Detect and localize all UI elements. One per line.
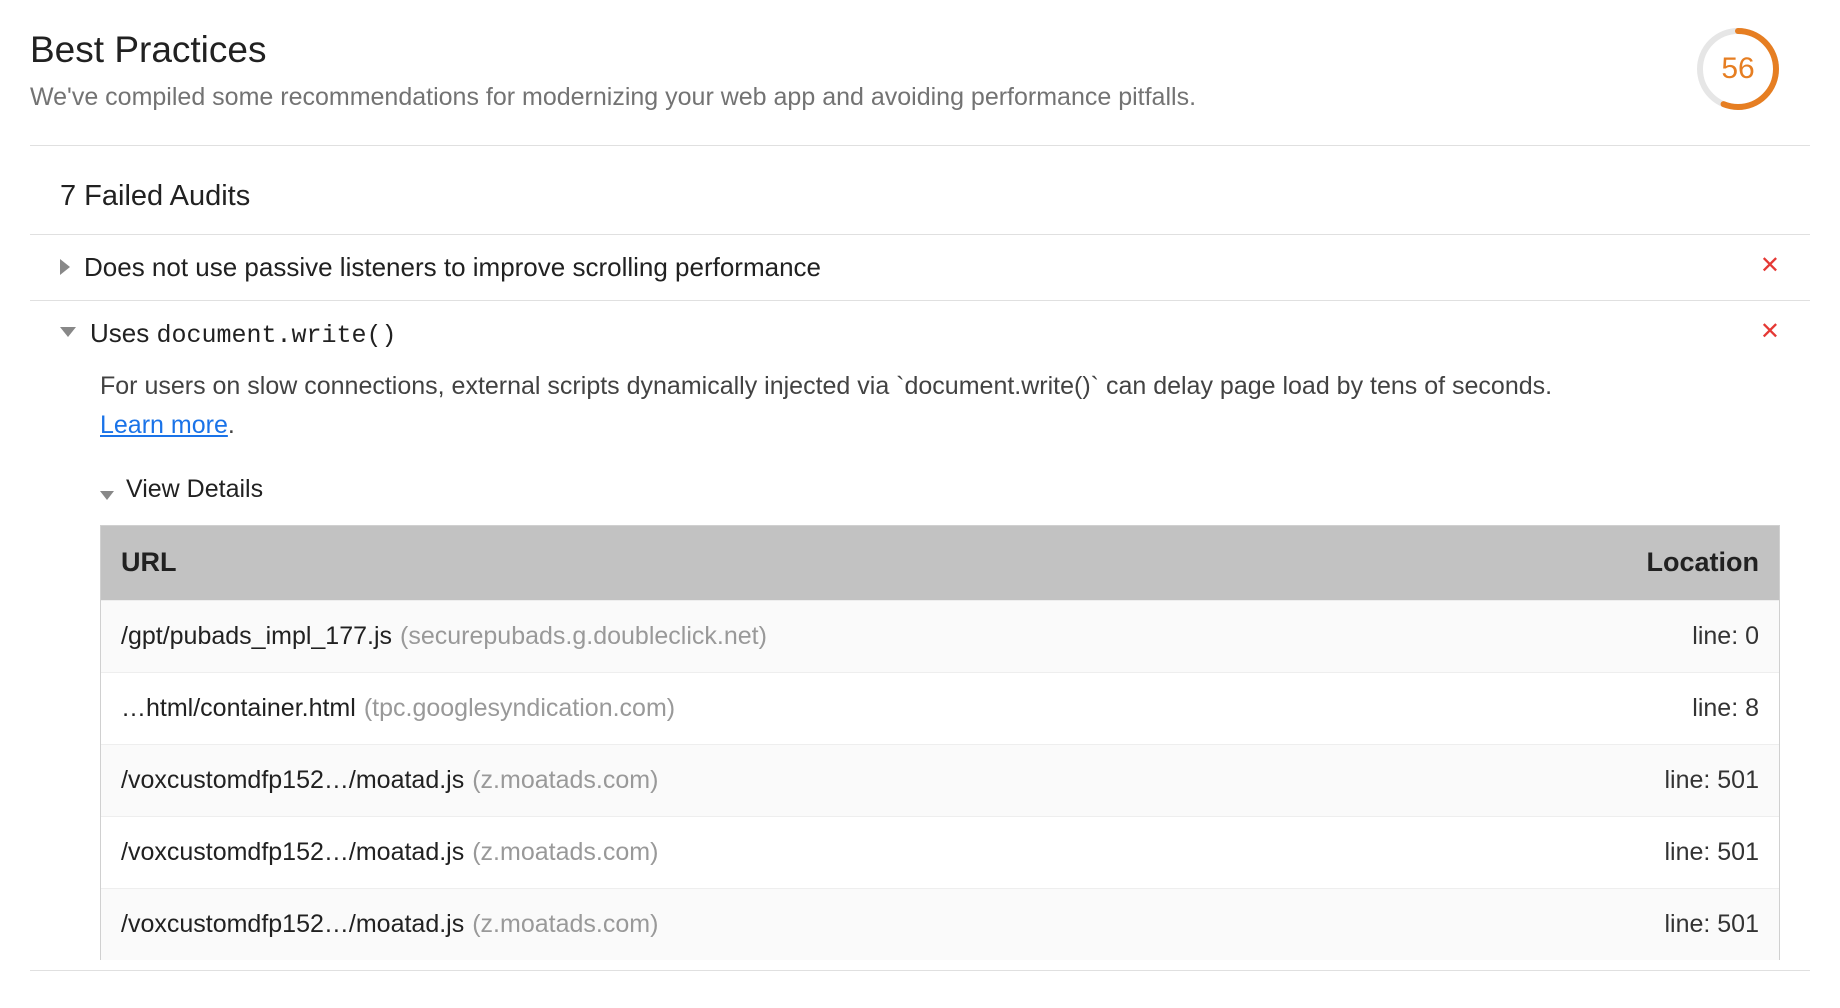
- col-header-location: Location: [1479, 544, 1759, 582]
- audit-row-passive-listeners[interactable]: Does not use passive listeners to improv…: [30, 235, 1810, 299]
- audit-description: For users on slow connections, external …: [100, 367, 1612, 445]
- cell-url: /voxcustomdfp152…/moatad.js (z.moatads.co…: [121, 835, 1479, 870]
- chevron-down-icon: [60, 327, 76, 337]
- audit-row-document-write[interactable]: Uses document.write() ✕: [30, 301, 1810, 367]
- fail-icon: ✕: [1760, 249, 1780, 283]
- audit-title-prefix: Uses: [90, 318, 156, 348]
- cell-location: line: 501: [1479, 763, 1759, 798]
- score-gauge: 56: [1696, 27, 1780, 111]
- audit-title: Does not use passive listeners to improv…: [84, 249, 1740, 285]
- cell-location: line: 0: [1479, 619, 1759, 654]
- cell-url: …html/container.html (tpc.googlesyndicati…: [121, 691, 1479, 726]
- table-row: /voxcustomdfp152…/moatad.js (z.moatads.co…: [101, 816, 1779, 888]
- page-subtitle: We've compiled some recommendations for …: [30, 80, 1696, 115]
- url-host: (z.moatads.com): [472, 910, 658, 938]
- url-host: (z.moatads.com): [472, 838, 658, 866]
- details-table: URL Location /gpt/pubads_impl_177.js (sec…: [100, 525, 1780, 960]
- view-details-toggle[interactable]: View Details: [100, 464, 1780, 525]
- table-row: …html/container.html (tpc.googlesyndicati…: [101, 672, 1779, 744]
- score-value: 56: [1721, 48, 1754, 90]
- cell-location: line: 8: [1479, 691, 1759, 726]
- fail-icon: ✕: [1760, 315, 1780, 349]
- table-row: /gpt/pubads_impl_177.js (securepubads.g.d…: [101, 600, 1779, 672]
- chevron-down-icon: [100, 491, 114, 500]
- section-title: 7 Failed Audits: [30, 166, 1810, 236]
- chevron-right-icon: [60, 259, 70, 275]
- url-path: …html/container.html: [121, 694, 356, 722]
- page-title: Best Practices: [30, 24, 1696, 76]
- cell-location: line: 501: [1479, 907, 1759, 942]
- audit-desc-text: For users on slow connections, external …: [100, 372, 1552, 400]
- url-path: /voxcustomdfp152…/moatad.js: [121, 910, 464, 938]
- table-row: /voxcustomdfp152…/moatad.js (z.moatads.co…: [101, 888, 1779, 960]
- col-header-url: URL: [121, 544, 1479, 582]
- url-path: /voxcustomdfp152…/moatad.js: [121, 766, 464, 794]
- url-host: (z.moatads.com): [472, 766, 658, 794]
- learn-more-link[interactable]: Learn more: [100, 411, 228, 439]
- url-path: /voxcustomdfp152…/moatad.js: [121, 838, 464, 866]
- url-host: (securepubads.g.doubleclick.net): [400, 622, 767, 650]
- audit-code: document.write(): [156, 321, 396, 350]
- view-details-label: View Details: [126, 472, 263, 507]
- table-row: /voxcustomdfp152…/moatad.js (z.moatads.co…: [101, 744, 1779, 816]
- table-header: URL Location: [101, 526, 1779, 600]
- cell-url: /voxcustomdfp152…/moatad.js (z.moatads.co…: [121, 763, 1479, 798]
- audit-title: Uses document.write(): [90, 315, 1740, 353]
- cell-location: line: 501: [1479, 835, 1759, 870]
- url-path: /gpt/pubads_impl_177.js: [121, 622, 392, 650]
- cell-url: /voxcustomdfp152…/moatad.js (z.moatads.co…: [121, 907, 1479, 942]
- url-host: (tpc.googlesyndication.com): [364, 694, 675, 722]
- cell-url: /gpt/pubads_impl_177.js (securepubads.g.d…: [121, 619, 1479, 654]
